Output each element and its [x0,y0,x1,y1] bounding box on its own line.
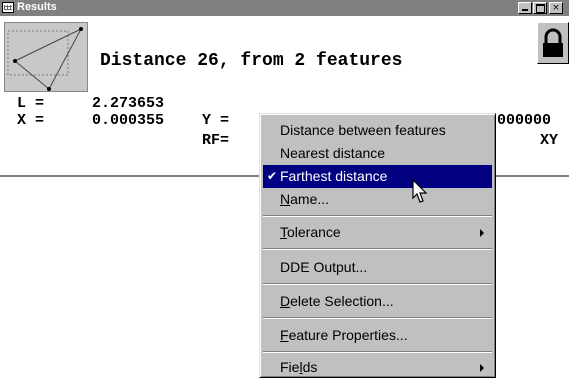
close-button[interactable]: × [549,2,563,14]
minimize-button[interactable] [518,2,532,14]
menu-item-fields[interactable]: Fields [263,356,492,379]
mouse-pointer-icon [412,179,428,203]
lock-button[interactable] [537,22,569,64]
submenu-arrow-icon [480,364,484,372]
rf-label: RF= [202,132,230,149]
menu-separator [263,283,492,285]
y-label: Y = [202,112,230,129]
x-label: X = [17,112,45,129]
menu-item-feature-properties[interactable]: Feature Properties... [263,324,492,347]
menu-item-farthest-distance[interactable]: ✔ Farthest distance [263,165,492,188]
y-value: 000000 [497,112,552,129]
measurement-diagram-icon [7,27,83,91]
menu-item-distance-between-features[interactable]: Distance between features [263,119,492,142]
lock-icon [543,28,563,57]
xy-label: XY [540,132,559,149]
distance-headline: Distance 26, from 2 features [100,51,403,71]
l-value: 2.273653 [92,95,165,112]
menu-separator [263,317,492,319]
submenu-arrow-icon [480,229,484,237]
menu-item-nearest-distance[interactable]: Nearest distance [263,142,492,165]
menu-item-delete-selection[interactable]: Delete Selection... [263,290,492,313]
context-menu: Distance between features Nearest distan… [259,113,496,378]
title-bar[interactable]: Results × [0,0,569,16]
x-value: 0.000355 [92,112,165,129]
menu-separator [263,351,492,353]
menu-item-tolerance[interactable]: Tolerance [263,221,492,244]
menu-item-dde-output[interactable]: DDE Output... [263,256,492,279]
menu-separator [263,248,492,250]
l-label: L = [17,95,45,112]
window-grid-icon [2,2,14,13]
maximize-button[interactable] [533,2,547,14]
window-title: Results [17,1,57,13]
menu-item-name[interactable]: Name... [263,188,492,211]
feature-thumbnail [4,22,88,92]
check-icon: ✔ [267,169,278,183]
menu-separator [263,215,492,217]
